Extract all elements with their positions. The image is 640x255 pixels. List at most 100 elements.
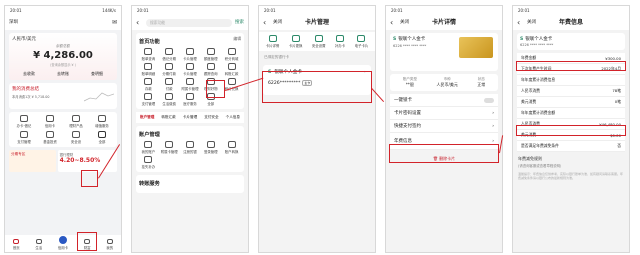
menu-item[interactable]: 生活缴费 [160,93,179,106]
grid-icon [98,131,106,138]
menu-item [222,93,241,106]
menu-label: 跟踪查询 [204,72,218,76]
nav-mine[interactable]: 我的 [106,239,113,250]
nav-credit[interactable]: 信用卡 [58,236,68,250]
tab-personal[interactable]: 个人信息 [226,115,240,120]
account-menu-item[interactable]: 注册的银 [181,141,200,154]
account-section: 账户管理 我的账户 附属卡管理 注册的银 登录管理 账户转换挂失补办 [136,126,244,172]
lock-card-row[interactable]: 一键锁卡 [390,94,498,107]
spend-sparkline [84,92,114,102]
shortcut-open-card[interactable]: 办卡·借记 [12,115,36,128]
card-password-row[interactable]: 卡片密码设置 › [390,107,498,120]
menu-label: 账单查询 [141,57,156,61]
tab-card[interactable]: 卡片管理 [183,115,197,120]
page-title: 卡片详情 [431,19,456,26]
shortcut-all[interactable]: 全部 [90,131,114,144]
menu-item[interactable]: 账单查询 [139,48,158,61]
menu-item[interactable]: 卡片管理 [181,63,200,76]
transfer-button[interactable]: 去转账 [57,71,69,77]
highlight-waiver [516,125,626,136]
status-bar: 20:01 144K/s [5,6,121,16]
shortcut-payment[interactable]: 支付管理 [12,131,36,144]
phone-card-manage: 20:01 ‹ 关闭 卡片管理 卡片详情 卡片更换 安全设置 补办卡 电子卡片 … [258,5,376,253]
search-header: ‹ 搜索功能 搜索 [132,16,248,30]
detail-button[interactable]: 查明细 [91,71,103,77]
phone-menu: 20:01 ‹ 搜索功能 搜索 首页功能 编辑 账单查询 借记分期 卡片管理 额度管理… [131,5,249,253]
highlight-annual-fee [389,144,499,163]
fee-row: 是否满足年费减免条件 否 [517,141,625,152]
shortcut-credit-card[interactable]: 信用卡 [38,115,62,128]
unionpay-icon: S [520,36,524,42]
search-button[interactable]: 搜索 [235,16,244,30]
quick-pay-row[interactable]: 快捷支付签约 › [390,120,498,133]
credit-card-icon [46,115,54,122]
account-menu-item[interactable]: 我的账户 [139,141,158,154]
tab-account[interactable]: 账户管理 [140,115,154,120]
function-icon [144,93,153,100]
menu-item[interactable]: 跟踪查询 [201,63,220,76]
menu-label: 转账汇款 [224,72,239,76]
home-icon [13,239,20,244]
menu-item[interactable]: 借记分期 [160,48,179,61]
account-menu-item[interactable]: 账户转换 [222,141,241,154]
menu-item[interactable]: 分期付款 [160,63,179,76]
menu-item[interactable]: 支付管理 [139,93,158,106]
fee-row: 美元消费 0笔 [517,97,625,108]
message-icon[interactable]: ✉ [112,16,117,30]
card-name: 银联个人金卡 [525,37,553,42]
nav-home[interactable]: 首页 [13,239,20,250]
phone-home: 20:01 144K/s 深圳 ✉ 人民币/美元 余额总额 ¥ 4,286.00 … [4,5,122,253]
life-icon [35,239,42,244]
nav-life[interactable]: 生活 [35,239,42,250]
fee-row: 年年度累计消费金额 [517,108,625,119]
menu-item[interactable]: 积分商城 [222,48,241,61]
tab-e-card[interactable]: 电子卡片 [355,35,368,48]
info-currency: 币种 人民币/美元 [436,77,458,87]
menu-label: 卡片管理 [183,57,197,61]
menu-item[interactable]: 附属卡管理 [181,78,200,91]
menu-label: 医疗服务 [183,102,197,106]
menu-item[interactable]: 额度管理 [201,48,220,61]
tab-card-reissue[interactable]: 补办卡 [335,35,345,48]
function-icon [144,48,153,55]
menu-item[interactable]: 卡片管理 [181,48,200,61]
account-menu-label: 账户转换 [224,150,239,154]
lock-toggle[interactable] [484,97,494,103]
menu-item[interactable]: 转账汇款 [222,63,241,76]
function-icon [165,93,174,100]
account-section-title: 账户管理 [139,132,160,138]
menu-item[interactable]: 付款 [160,78,179,91]
tab-card-security[interactable]: 安全设置 [312,35,325,48]
region-select[interactable]: 深圳 [9,16,18,30]
installment-banner[interactable]: 分期专区 [9,150,56,172]
tab-card-detail[interactable]: 卡片详情 [266,35,279,48]
shortcut-security[interactable]: 安全设 [64,131,88,144]
back-icon[interactable]: ‹ [136,16,146,30]
section-title: 首页功能 [139,39,160,45]
menu-label: 附属卡管理 [181,87,199,91]
tab-transfer[interactable]: 转账汇款 [161,115,175,120]
account-menu-item[interactable]: 附属卡管理 [160,141,179,154]
account-menu-item[interactable]: 登录管理 [201,141,220,154]
menu-item[interactable]: 账单明细 [139,63,158,76]
home-shortcuts: 办卡·借记 信用卡 理财产品 增值服务 支付管理 基金投资 安全设 全部 [9,112,117,147]
menu-item[interactable]: 医疗服务 [181,93,200,106]
tab-card-change[interactable]: 卡片更换 [289,35,302,48]
fee-row-value: 78笔 [612,88,621,93]
transfer-section: 转账服务 [136,175,244,193]
promo-banner[interactable]: 分期专区 银行理财 4.20~8.50% [9,150,117,172]
shortcut-fund[interactable]: 基金投资 [38,131,62,144]
search-input[interactable]: 搜索功能 [146,19,232,27]
account-menu-item[interactable]: 挂失补办 [139,156,158,169]
function-icon [165,141,174,148]
menu-item[interactable]: 存款 [139,78,158,91]
edit-button[interactable]: 编辑 [233,36,241,48]
tab-pay-security[interactable]: 支付安全 [204,115,218,120]
fee-row-label: 年年度累计消费金额 [521,110,556,115]
title-bar: ‹ 关闭 卡片管理 [259,16,375,30]
shortcut-service[interactable]: 增值服务 [90,115,114,128]
function-icon [185,63,194,70]
shortcut-wealth[interactable]: 理财产品 [64,115,88,128]
receive-button[interactable]: 去收款 [23,71,35,77]
spend-summary[interactable]: 我的消费总结 本月消费1次 ¥ 5,718.00 [9,83,117,109]
